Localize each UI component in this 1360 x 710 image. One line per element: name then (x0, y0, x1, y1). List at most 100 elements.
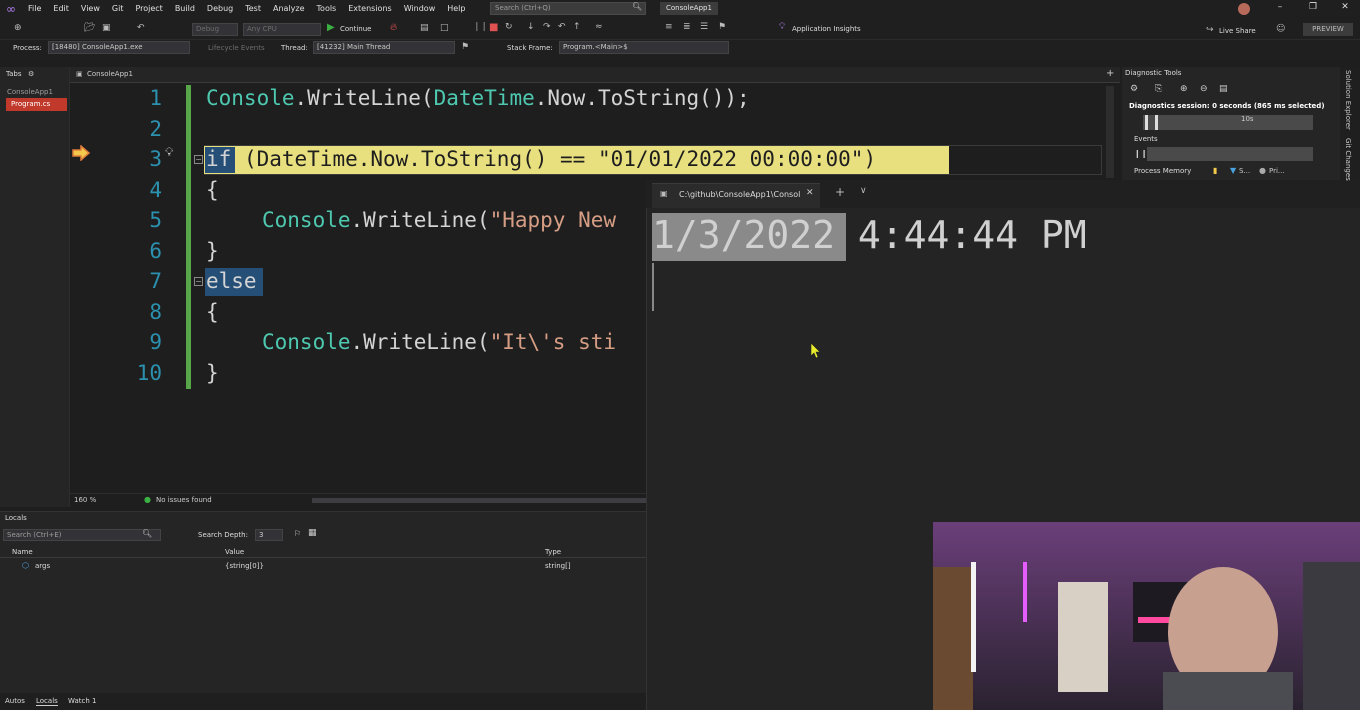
menu-git[interactable]: Git (106, 4, 130, 13)
menu-file[interactable]: File (22, 4, 47, 13)
execution-pointer-icon[interactable] (72, 145, 90, 161)
search-icon[interactable]: 🔍︎ (632, 2, 642, 11)
close-tab-icon[interactable]: ✕ (806, 188, 814, 198)
undo-icon[interactable]: ↶ (137, 23, 145, 33)
stop-icon[interactable]: ■ (489, 22, 498, 33)
code-token: Console (262, 208, 351, 232)
thread-dropdown[interactable]: [41232] Main Thread (313, 41, 455, 54)
locals-search-input[interactable]: Search (Ctrl+E) (3, 529, 161, 541)
column-type[interactable]: Type (545, 548, 561, 556)
code-token: .WriteLine( (350, 208, 490, 232)
split-editor-icon[interactable]: + (1106, 68, 1114, 79)
folder-icon[interactable]: ▤ (420, 23, 429, 33)
git-changes-tab[interactable]: Git Changes (1344, 138, 1352, 181)
zoom-level[interactable]: 160 % (74, 496, 96, 504)
tab-locals[interactable]: Locals (36, 697, 58, 706)
column-value[interactable]: Value (225, 548, 244, 556)
solution-explorer-tab[interactable]: Solution Explorer (1344, 70, 1352, 130)
menu-view[interactable]: View (75, 4, 106, 13)
stack-frame-dropdown[interactable]: Program.<Main>$ (559, 41, 729, 54)
menu-project[interactable]: Project (129, 4, 168, 13)
open-icon[interactable]: 📂︎ (84, 23, 95, 33)
settings-icon[interactable]: ⚙ (1130, 84, 1138, 94)
editor-scrollbar[interactable] (1106, 86, 1114, 178)
gear-icon[interactable]: ⚙ (28, 70, 34, 78)
nav-project-dropdown[interactable]: ConsoleApp1 (87, 70, 133, 78)
minimize-icon[interactable]: – (1272, 2, 1288, 12)
line-number: 10 (136, 361, 162, 385)
menu-tools[interactable]: Tools (311, 4, 343, 13)
step-over-icon[interactable]: ↷ (543, 22, 551, 32)
breakpoint-icon[interactable]: ≈ (595, 22, 603, 32)
chevron-down-icon[interactable]: ∨ (860, 186, 867, 196)
step-back-icon[interactable]: ↶ (558, 22, 566, 32)
search-input[interactable]: Search (Ctrl+Q) (490, 2, 646, 15)
pause-icon[interactable]: ❙❙ (473, 22, 488, 32)
export-icon[interactable]: ⎘ (1155, 84, 1162, 94)
back-icon[interactable]: ⊕ (14, 23, 22, 33)
issues-status[interactable]: No issues found (156, 496, 212, 504)
events-track[interactable] (1147, 147, 1313, 161)
menu-debug[interactable]: Debug (201, 4, 239, 13)
save-icon[interactable]: ▣ (102, 23, 111, 33)
table-row-name[interactable]: args (35, 562, 50, 570)
horizontal-scrollbar[interactable] (312, 498, 646, 503)
timeline-ruler[interactable] (1143, 115, 1313, 130)
platform-dropdown[interactable]: Any CPU (243, 23, 321, 36)
reset-zoom-icon[interactable]: ▤ (1219, 84, 1228, 94)
grid-icon[interactable]: ▦ (308, 528, 317, 538)
fold-toggle-icon[interactable]: − (194, 155, 203, 164)
new-tab-icon[interactable]: + (835, 185, 845, 199)
code-token: Console (206, 86, 295, 110)
live-share-button[interactable]: Live Share (1219, 27, 1256, 35)
timeline-selection-start[interactable] (1145, 115, 1148, 130)
code-token: "Happy New (489, 208, 617, 232)
lightbulb-icon[interactable]: 💡︎ (165, 145, 177, 159)
flag-icon[interactable]: ⚑ (461, 42, 469, 52)
menu-help[interactable]: Help (441, 4, 471, 13)
tab-program-cs[interactable]: Program.cs (6, 98, 67, 111)
preview-badge: PREVIEW (1303, 23, 1353, 36)
menu-window[interactable]: Window (398, 4, 442, 13)
bookmark-icon[interactable]: ⚑ (718, 22, 726, 32)
search-depth-label: Search Depth: (198, 531, 248, 539)
continue-button[interactable]: Continue (340, 25, 371, 33)
tabs-project-name[interactable]: ConsoleApp1 (7, 88, 53, 96)
tab-watch-1[interactable]: Watch 1 (68, 697, 96, 705)
lifecycle-events-button[interactable]: Lifecycle Events (208, 44, 265, 52)
column-name[interactable]: Name (12, 548, 33, 556)
table-row-value[interactable]: {string[0]} (225, 562, 264, 570)
output-time: 4:44:44 PM (835, 213, 1087, 257)
menu-build[interactable]: Build (169, 4, 201, 13)
zoom-in-icon[interactable]: ⊕ (1180, 84, 1188, 94)
config-dropdown[interactable]: Debug (192, 23, 238, 36)
process-dropdown[interactable]: [18480] ConsoleApp1.exe (48, 41, 190, 54)
search-depth-dropdown[interactable]: 3 (255, 529, 283, 541)
hot-reload-icon[interactable]: 🔥︎ (390, 22, 397, 33)
app-insights-button[interactable]: Application Insights (792, 25, 861, 33)
continue-icon[interactable]: ▶ (327, 22, 335, 33)
feedback-icon[interactable]: ☺ (1276, 24, 1285, 34)
tab-autos[interactable]: Autos (5, 697, 25, 705)
menu-edit[interactable]: Edit (47, 4, 75, 13)
close-icon[interactable]: ✕ (1337, 2, 1353, 12)
avatar[interactable] (1238, 3, 1250, 15)
format-icon[interactable]: ☰ (700, 22, 708, 32)
restore-icon[interactable]: ❐ (1305, 2, 1321, 12)
pin-icon[interactable]: ⚐ (294, 529, 301, 538)
step-out-icon[interactable]: ↑ (573, 22, 581, 32)
menu-analyze[interactable]: Analyze (267, 4, 311, 13)
zoom-out-icon[interactable]: ⊖ (1200, 84, 1208, 94)
window-icon[interactable]: □ (440, 23, 449, 33)
search-icon[interactable]: 🔍︎ (142, 529, 152, 538)
align-icon[interactable]: ≡ (665, 22, 673, 32)
menu-extensions[interactable]: Extensions (342, 4, 397, 13)
step-into-icon[interactable]: ↓ (527, 22, 535, 32)
code-line-8: { (206, 300, 219, 324)
fold-toggle-icon[interactable]: − (194, 277, 203, 286)
timeline-selection-end[interactable] (1155, 115, 1158, 130)
menu-test[interactable]: Test (239, 4, 267, 13)
app-insights-icon: 💡︎ (779, 22, 786, 32)
restart-icon[interactable]: ↻ (505, 22, 513, 32)
comment-icon[interactable]: ≣ (683, 22, 691, 32)
